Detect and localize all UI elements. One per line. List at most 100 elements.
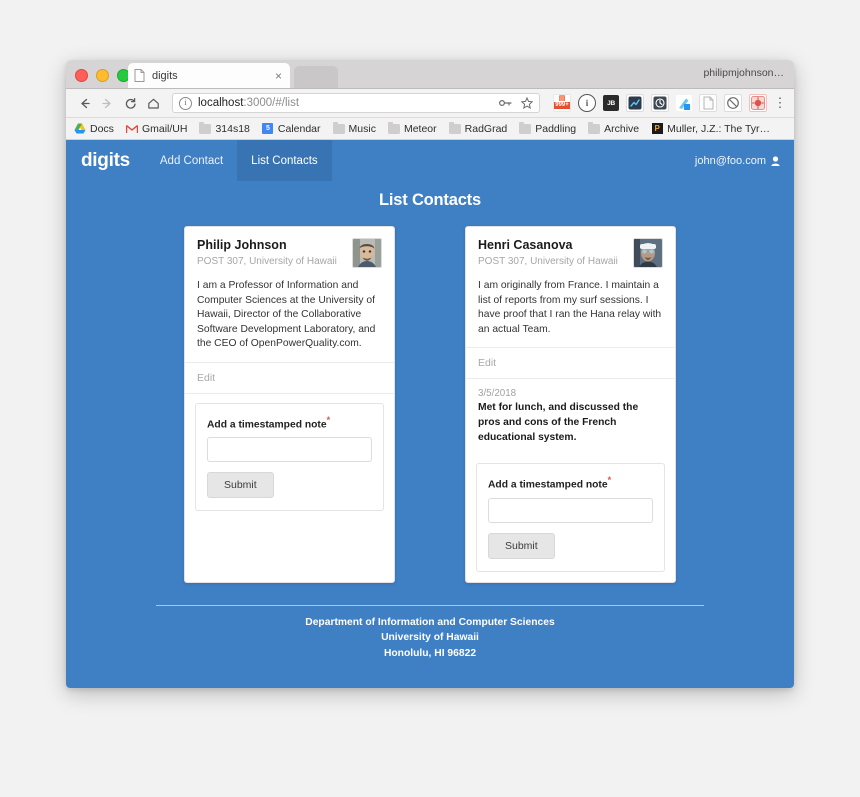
home-button[interactable]: [143, 93, 163, 113]
browser-menu-button[interactable]: ⋮: [774, 95, 787, 111]
bookmark-calendar[interactable]: 5 Calendar: [262, 123, 321, 135]
close-window-button[interactable]: [75, 69, 88, 82]
footer-line-2: University of Hawaii: [381, 632, 479, 644]
browser-tab[interactable]: digits ×: [128, 63, 290, 88]
user-icon: [771, 155, 780, 166]
clock-icon[interactable]: [651, 94, 669, 112]
edit-contact-link[interactable]: Edit: [197, 372, 215, 384]
footer-line-1: Department of Information and Computer S…: [305, 616, 555, 628]
nav-item-list-contacts[interactable]: List Contacts: [237, 140, 332, 181]
submit-note-button[interactable]: Submit: [488, 532, 555, 559]
bookmark-archive[interactable]: Archive: [588, 121, 640, 135]
contact-name: Philip Johnson: [197, 238, 287, 252]
folder-icon: [332, 121, 345, 134]
contact-description: I am a Professor of Information and Comp…: [197, 280, 376, 350]
nav-item-add-contact[interactable]: Add Contact: [146, 140, 237, 181]
document-extension-icon[interactable]: [699, 94, 717, 112]
page-favicon-icon: [134, 69, 145, 82]
site-info-icon[interactable]: i: [179, 96, 192, 110]
add-note-label-text: Add a timestamped note: [488, 479, 608, 491]
app-page: digits Add Contact List Contacts john@fo…: [66, 140, 794, 688]
page-footer: Department of Information and Computer S…: [66, 615, 794, 661]
edit-contact-link[interactable]: Edit: [478, 357, 496, 369]
bookmark-label: Gmail/UH: [141, 122, 188, 135]
jetbrains-icon[interactable]: JB: [603, 95, 619, 111]
bookmark-label: Archive: [604, 122, 640, 135]
bookmark-star-icon[interactable]: [521, 97, 533, 109]
submit-note-button[interactable]: Submit: [207, 472, 274, 499]
url-path: :3000/#/list: [243, 97, 300, 109]
bookmark-label: Docs: [90, 122, 114, 135]
contact-description: I am originally from France. I maintain …: [478, 280, 662, 335]
browser-window: digits × philipmjohnson… i localhost:300…: [66, 60, 794, 688]
info-extension-icon[interactable]: i: [578, 94, 596, 112]
contacts-list: Philip Johnson POST 307, University of H…: [66, 226, 794, 583]
bookmark-music[interactable]: Music: [332, 121, 376, 135]
extension-icons: ▤ 999+ i JB ⋮: [553, 94, 787, 112]
screenshot-root: digits × philipmjohnson… i localhost:300…: [0, 0, 860, 797]
bookmark-gmail[interactable]: Gmail/UH: [125, 122, 188, 135]
account-email: john@foo.com: [694, 154, 766, 167]
back-button[interactable]: [74, 93, 94, 113]
folder-icon: [448, 121, 461, 134]
add-note-form: Add a timestamped note* Submit: [476, 463, 665, 572]
browser-toolbar: i localhost:3000/#/list ▤ 999+ i JB ⋮: [66, 89, 794, 118]
address-bar-url: localhost:3000/#/list: [198, 97, 493, 109]
bookmark-meteor[interactable]: Meteor: [387, 121, 437, 135]
feedly-icon[interactable]: ▤ 999+: [553, 94, 571, 112]
note-date: 3/5/2018: [478, 388, 517, 400]
add-note-label-text: Add a timestamped note: [207, 419, 327, 431]
note-text: Met for lunch, and discussed the pros an…: [478, 402, 639, 443]
contact-edit-section: Edit: [466, 348, 675, 378]
bookmark-paddling[interactable]: Paddling: [519, 121, 576, 135]
app-navbar: digits Add Contact List Contacts john@fo…: [66, 140, 794, 181]
bookmark-314s18[interactable]: 314s18: [199, 121, 250, 135]
bookmark-docs[interactable]: Docs: [74, 123, 114, 135]
password-key-icon[interactable]: [499, 98, 512, 108]
reload-button[interactable]: [120, 93, 140, 113]
bookmark-radgrad[interactable]: RadGrad: [448, 121, 508, 135]
url-host: localhost: [198, 97, 244, 109]
bookmark-label: Music: [348, 122, 376, 135]
bookmark-label: Calendar: [277, 122, 321, 135]
drive-icon: [74, 123, 86, 134]
bug-icon[interactable]: [749, 94, 767, 112]
address-bar[interactable]: i localhost:3000/#/list: [172, 93, 540, 113]
page-title: List Contacts: [379, 191, 481, 209]
add-note-label: Add a timestamped note*: [207, 415, 372, 430]
window-controls: [75, 69, 130, 82]
footer-line-3: Honolulu, HI 96822: [383, 647, 477, 659]
ghost-icon[interactable]: [724, 94, 742, 112]
close-tab-button[interactable]: ×: [273, 70, 284, 82]
contact-card: Henri Casanova POST 307, University of H…: [465, 226, 676, 583]
folder-icon: [588, 121, 601, 134]
folder-icon: [519, 121, 532, 134]
folder-icon: [387, 121, 400, 134]
app-brand-logo[interactable]: digits: [66, 140, 146, 181]
minimize-window-button[interactable]: [96, 69, 109, 82]
browser-tab-title: digits: [152, 69, 178, 82]
bookmark-label: Muller, J.Z.: The Tyr…: [667, 122, 771, 135]
philip-johnson-avatar: [352, 238, 382, 268]
add-note-form-wrapper: Add a timestamped note* Submit: [185, 394, 394, 521]
note-input[interactable]: [488, 497, 653, 523]
contact-meta: POST 307, University of Hawaii: [478, 255, 618, 267]
contact-card-body: Henri Casanova POST 307, University of H…: [466, 227, 675, 347]
add-note-form-wrapper: Add a timestamped note* Submit: [466, 454, 675, 581]
bookmark-muller[interactable]: P Muller, J.Z.: The Tyr…: [651, 123, 770, 135]
contact-card-header: Henri Casanova POST 307, University of H…: [478, 238, 663, 268]
contact-card: Philip Johnson POST 307, University of H…: [184, 226, 395, 583]
pen-icon[interactable]: [676, 95, 692, 111]
browser-tab-strip: digits × philipmjohnson…: [66, 60, 794, 89]
add-note-form: Add a timestamped note* Submit: [195, 403, 384, 512]
bookmark-label: RadGrad: [464, 122, 508, 135]
new-tab-button[interactable]: [294, 66, 338, 88]
required-marker: *: [607, 475, 612, 486]
browser-profile-name[interactable]: philipmjohnson…: [703, 67, 784, 79]
analytics-icon[interactable]: [626, 94, 644, 112]
contact-card-header: Philip Johnson POST 307, University of H…: [197, 238, 382, 268]
note-input[interactable]: [207, 437, 372, 463]
forward-button[interactable]: [97, 93, 117, 113]
account-menu[interactable]: john@foo.com: [695, 140, 794, 181]
contact-card-body: Philip Johnson POST 307, University of H…: [185, 227, 394, 362]
